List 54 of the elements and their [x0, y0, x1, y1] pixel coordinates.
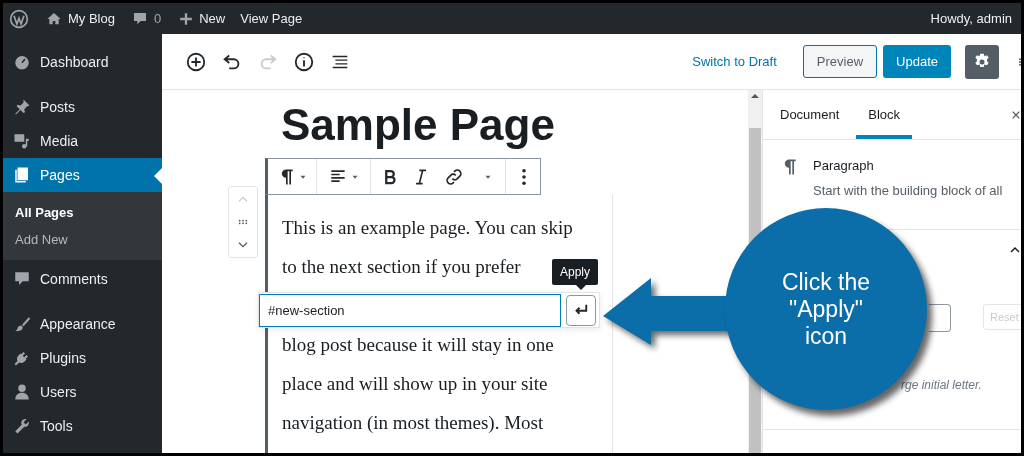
menu-item[interactable]: Plugins	[3, 341, 162, 375]
site-link[interactable]: My Blog	[46, 8, 115, 29]
page-title[interactable]: Sample Page	[281, 100, 748, 150]
help-text: rge initial letter.	[901, 377, 982, 394]
media-icon	[13, 132, 31, 150]
gauge-icon	[13, 53, 31, 71]
submenu-item[interactable]: Add New	[3, 226, 162, 253]
plug-icon	[13, 349, 31, 367]
menu-item[interactable]: Appearance	[3, 307, 162, 341]
speech-bubble-icon	[13, 270, 31, 288]
add-icon	[185, 50, 207, 73]
view-page-link[interactable]: View Page	[240, 8, 303, 29]
menu-item[interactable]: Media	[3, 124, 162, 158]
paragraph-line[interactable]: blog post because it will stay in one	[282, 325, 554, 364]
preview-button[interactable]: Preview	[802, 45, 878, 78]
menu-item[interactable]: Users	[3, 375, 162, 409]
brush-icon	[13, 315, 31, 333]
url-input-field[interactable]: #new-section	[259, 293, 561, 327]
speech-bubble-icon	[131, 10, 148, 27]
menu-item[interactable]: Dashboard	[3, 45, 162, 79]
menu-item[interactable]: Comments	[3, 262, 162, 296]
paragraph-line[interactable]: place and will show up in your site	[282, 364, 548, 403]
user-icon	[13, 383, 31, 401]
switch-to-draft-link[interactable]: Switch to Draft	[692, 51, 777, 72]
menu-item[interactable]: Tools	[3, 409, 162, 443]
sidebar-tab[interactable]: Document	[768, 90, 852, 139]
sidebar-tab[interactable]: Block	[856, 90, 913, 139]
callout-text: Click the "Apply" icon	[781, 268, 871, 350]
pages-icon	[13, 166, 31, 184]
input-field[interactable]	[929, 304, 951, 332]
block-description: Start with the building block of all	[813, 181, 1003, 200]
block-name: Paragraph	[813, 157, 875, 175]
menu-item[interactable]: Posts	[3, 90, 162, 124]
paragraph-line[interactable]: This is an example page. You can skip	[282, 208, 573, 247]
info-icon	[293, 50, 315, 73]
tooltip-pointer	[576, 285, 586, 290]
plus-icon	[179, 11, 194, 26]
paragraph-line[interactable]: navigation (in most themes). Most	[282, 403, 544, 442]
pin-icon	[13, 98, 31, 116]
link-icon	[444, 166, 464, 187]
account-link[interactable]: Howdy, admin	[930, 8, 1012, 29]
new-link[interactable]: New	[179, 8, 226, 29]
menu-item[interactable]: Pages	[3, 158, 162, 192]
paragraph-line[interactable]: to the next section if you prefer	[282, 247, 521, 286]
wordpress-logo-icon[interactable]	[9, 8, 29, 29]
settings-button[interactable]	[965, 44, 999, 79]
update-button[interactable]: Update	[883, 45, 951, 78]
close-icon[interactable]	[1011, 109, 1021, 121]
comments-link[interactable]: 0	[131, 8, 162, 29]
submenu-item[interactable]: All Pages	[3, 199, 162, 226]
apply-button[interactable]	[566, 294, 596, 326]
wrench-icon	[13, 417, 31, 435]
house-icon	[46, 10, 62, 27]
more-options-icon	[522, 168, 526, 185]
